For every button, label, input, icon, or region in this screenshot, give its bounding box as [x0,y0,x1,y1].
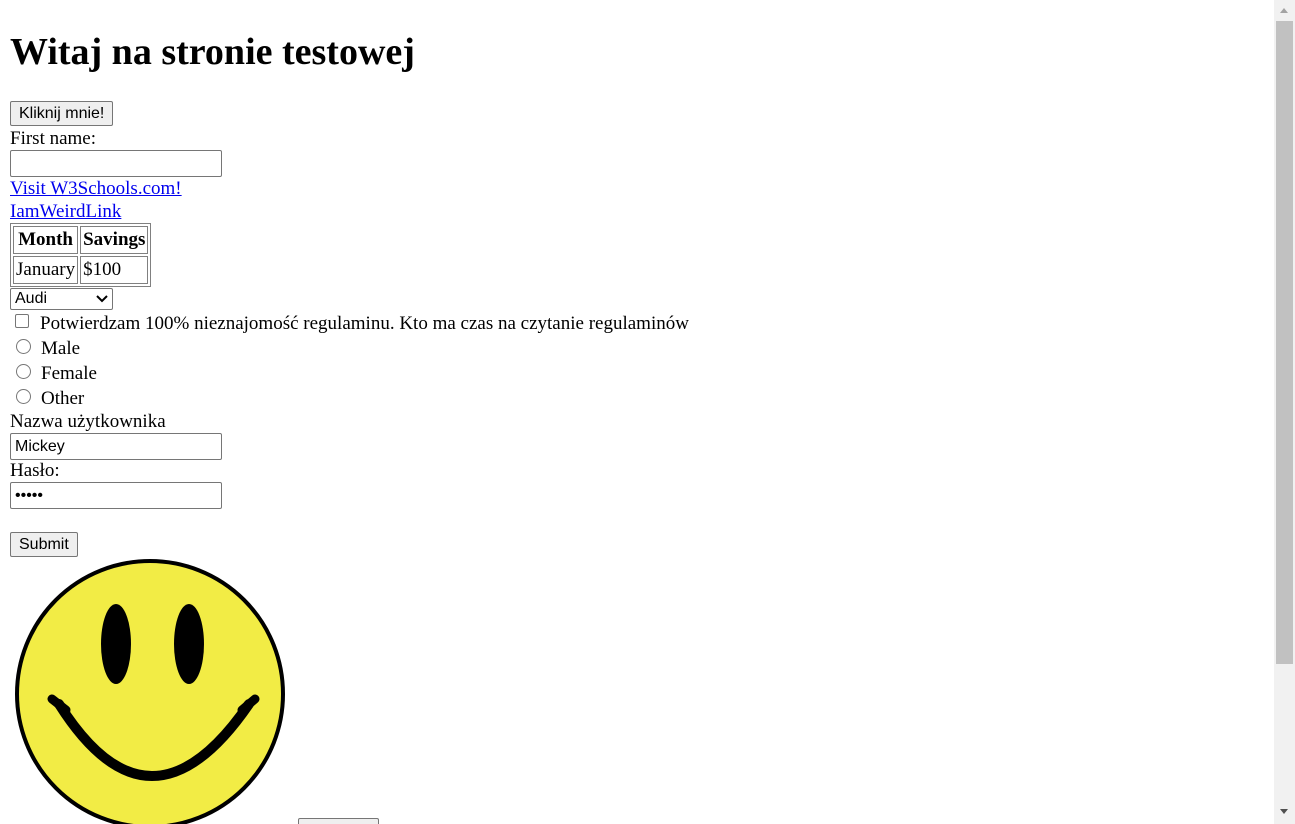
gender-radio-female-label: Female [41,363,97,384]
click-me-button[interactable]: Kliknij mnie! [10,101,114,126]
car-select-value: Audi [15,290,48,307]
savings-table: Month Savings January $100 [10,223,152,287]
chevron-down-icon [96,295,108,303]
gender-radio-other-label: Other [41,388,85,409]
table-header-row: Month Savings [13,226,149,254]
password-input[interactable] [10,482,222,509]
first-name-input[interactable] [10,150,222,177]
table-row: January $100 [13,256,149,284]
username-label: Nazwa użytkownika [10,411,166,432]
gender-radio-other[interactable] [16,389,31,404]
vertical-scrollbar[interactable] [1274,0,1295,824]
car-select[interactable]: Audi [10,288,113,310]
gender-radio-male[interactable] [16,339,31,354]
page-heading: Witaj na stronie testowej [10,31,415,73]
username-input[interactable] [10,433,222,460]
scroll-up-icon[interactable] [1280,8,1288,13]
scroll-down-icon[interactable] [1280,809,1288,814]
table-header-month: Month [13,226,79,254]
terms-checkbox[interactable] [15,314,29,328]
first-name-label: First name: [10,128,97,149]
password-label: Hasło: [10,460,60,481]
partial-button[interactable] [298,818,379,824]
table-cell-month: January [13,256,79,284]
weird-link[interactable]: IamWeirdLink [10,201,121,223]
table-header-savings: Savings [80,226,149,254]
smiley-face-image [15,559,285,824]
table-cell-savings: $100 [80,256,149,284]
page: Witaj na stronie testowej Kliknij mnie! … [0,0,1274,824]
scrollbar-thumb[interactable] [1276,21,1293,664]
gender-radio-female[interactable] [16,364,31,379]
submit-button[interactable]: Submit [10,532,78,557]
terms-checkbox-label: Potwierdzam 100% nieznajomość regulaminu… [40,313,689,334]
gender-radio-male-label: Male [41,338,81,359]
w3schools-link[interactable]: Visit W3Schools.com! [10,178,182,200]
